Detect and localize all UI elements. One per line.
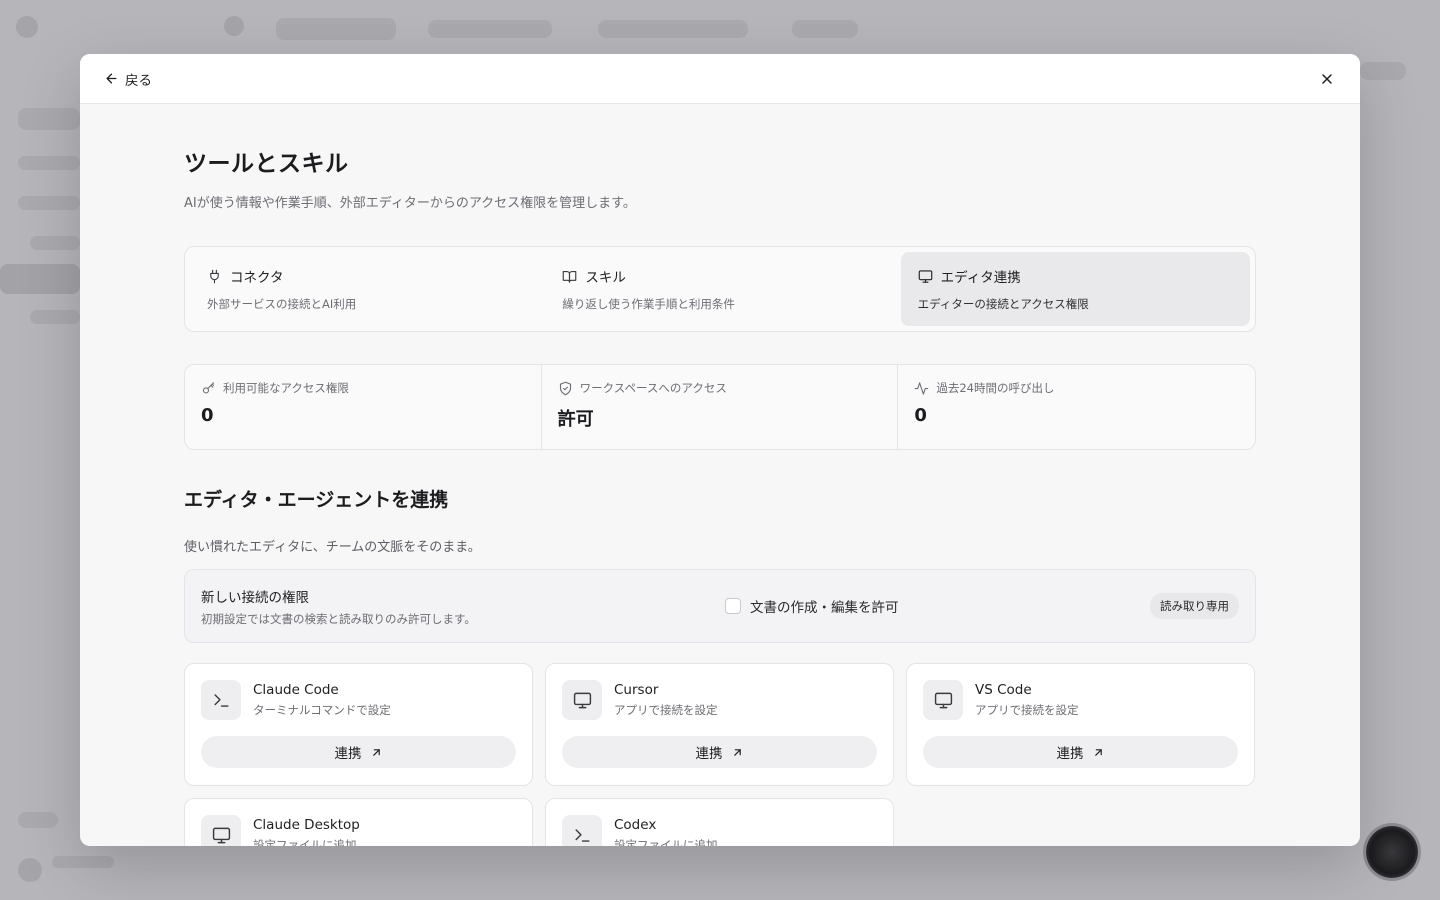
stat-value: 0	[201, 405, 214, 426]
connect-button[interactable]: 連携	[923, 736, 1238, 768]
integration-card-codex: Codex 設定ファイルに追加 連携	[545, 798, 894, 846]
permission-title: 新しい接続の権限	[201, 589, 309, 606]
monitor-icon	[573, 692, 591, 708]
stat-available-permissions: 利用可能なアクセス権限 0	[185, 365, 542, 449]
background-sidebar-item	[30, 310, 80, 324]
connect-label: 連携	[695, 746, 723, 762]
integration-description: 設定ファイルに追加	[614, 838, 718, 846]
terminal-icon	[213, 693, 229, 707]
connect-button[interactable]: 連携	[201, 736, 516, 768]
tab-connectors[interactable]: コネクタ 外部サービスの接続とAI利用	[190, 252, 539, 326]
connect-button[interactable]: 連携	[562, 736, 877, 768]
stat-label: 利用可能なアクセス権限	[223, 381, 349, 395]
arrow-up-right-icon	[733, 748, 741, 756]
tab-description: 外部サービスの接続とAI利用	[207, 297, 357, 311]
integration-name: Codex	[614, 817, 657, 833]
tab-label: コネクタ	[230, 270, 284, 286]
integration-card-claude-desktop: Claude Desktop 設定ファイルに追加 連携	[184, 798, 533, 846]
tab-editor-integration[interactable]: エディタ連携 エディターの接続とアクセス権限	[900, 252, 1250, 326]
background-footer-item	[52, 856, 114, 868]
background-footer-item	[18, 812, 58, 828]
close-button[interactable]	[1316, 68, 1338, 90]
page-title: ツールとスキル	[184, 151, 349, 177]
background-search-icon	[224, 16, 244, 36]
section-subtitle: 使い慣れたエディタに、チームの文脈をそのまま。	[184, 540, 481, 555]
background-sidebar-item	[30, 236, 80, 250]
background-sidebar-item	[18, 108, 80, 130]
arrow-up-right-icon	[372, 748, 380, 756]
stat-label: ワークスペースへのアクセス	[579, 381, 727, 395]
floating-avatar	[1366, 826, 1418, 878]
book-icon	[563, 270, 577, 283]
tools-skills-modal: 戻る ツールとスキル AIが使う情報や作業手順、外部エディターからのアクセス権限…	[80, 54, 1360, 846]
section-title: エディタ・エージェントを連携	[184, 489, 449, 511]
modal-header: 戻る	[80, 54, 1360, 104]
tab-skills[interactable]: スキル 繰り返し使う作業手順と利用条件	[545, 252, 894, 326]
allow-edit-checkbox[interactable]	[725, 598, 741, 614]
monitor-icon	[918, 269, 932, 283]
activity-icon	[915, 381, 929, 395]
permission-description: 初期設定では文書の検索と読み取りのみ許可します。	[201, 611, 476, 626]
background-tab	[598, 20, 748, 38]
background-button	[1360, 62, 1406, 80]
integration-card-cursor: Cursor アプリで接続を設定 連携	[545, 663, 894, 786]
arrow-left-icon	[106, 73, 117, 84]
monitor-icon	[934, 692, 952, 708]
back-button[interactable]: 戻る	[104, 69, 152, 89]
modal-body: ツールとスキル AIが使う情報や作業手順、外部エディターからのアクセス権限を管理…	[80, 104, 1360, 846]
background-sidebar-active	[0, 264, 80, 294]
background-sidebar-item	[18, 196, 80, 210]
close-icon	[1322, 73, 1332, 84]
stats-panel: 利用可能なアクセス権限 0 ワークスペースへのアクセス 許可 過去24時間の呼び…	[184, 364, 1256, 450]
allow-edit-label: 文書の作成・編集を許可	[750, 600, 899, 616]
new-connection-permission: 新しい接続の権限 初期設定では文書の検索と読み取りのみ許可します。 文書の作成・…	[184, 569, 1256, 643]
arrow-up-right-icon	[1094, 748, 1102, 756]
background-tab	[792, 20, 858, 38]
stat-value: 許可	[557, 409, 594, 430]
integration-name: Claude Code	[253, 682, 339, 698]
back-label: 戻る	[125, 72, 152, 89]
background-sidebar-item	[18, 156, 80, 170]
integration-description: アプリで接続を設定	[975, 703, 1079, 717]
shield-check-icon	[559, 381, 571, 395]
section-tabs: コネクタ 外部サービスの接続とAI利用 スキル 繰り返し使う作業手順と利用条件 …	[184, 246, 1256, 332]
plug-icon	[210, 269, 219, 283]
tab-label: スキル	[585, 270, 626, 286]
stat-value: 0	[914, 405, 927, 426]
background-tab	[276, 18, 396, 40]
integration-description: ターミナルコマンドで設定	[253, 703, 391, 717]
integration-cards: Claude Code ターミナルコマンドで設定 連携 Cursor アプリで接…	[184, 663, 1256, 846]
tab-description: 繰り返し使う作業手順と利用条件	[562, 297, 735, 311]
read-only-badge: 読み取り専用	[1150, 593, 1239, 619]
integration-card-vs-code: VS Code アプリで接続を設定 連携	[906, 663, 1255, 786]
integration-card-claude-code: Claude Code ターミナルコマンドで設定 連携	[184, 663, 533, 786]
background-user-avatar	[18, 858, 42, 882]
key-icon	[202, 381, 215, 393]
connect-label: 連携	[334, 746, 362, 762]
tab-label: エディタ連携	[940, 270, 1021, 286]
integration-name: Cursor	[614, 682, 659, 698]
monitor-icon	[212, 827, 230, 843]
tab-description: エディターの接続とアクセス権限	[917, 297, 1089, 311]
terminal-icon	[574, 828, 590, 842]
connect-label: 連携	[1056, 746, 1084, 762]
integration-description: アプリで接続を設定	[614, 703, 718, 717]
background-tab	[428, 20, 552, 38]
background-logo-icon	[16, 16, 38, 38]
allow-edit-toggle[interactable]: 文書の作成・編集を許可	[725, 596, 899, 616]
integration-description: 設定ファイルに追加	[253, 838, 357, 846]
stat-workspace-access: ワークスペースへのアクセス 許可	[542, 365, 899, 449]
integration-name: VS Code	[975, 682, 1032, 698]
page-subtitle: AIが使う情報や作業手順、外部エディターからのアクセス権限を管理します。	[184, 196, 636, 211]
integration-name: Claude Desktop	[253, 817, 360, 833]
stat-label: 過去24時間の呼び出し	[936, 381, 1055, 395]
stat-calls-24h: 過去24時間の呼び出し 0	[898, 365, 1255, 449]
